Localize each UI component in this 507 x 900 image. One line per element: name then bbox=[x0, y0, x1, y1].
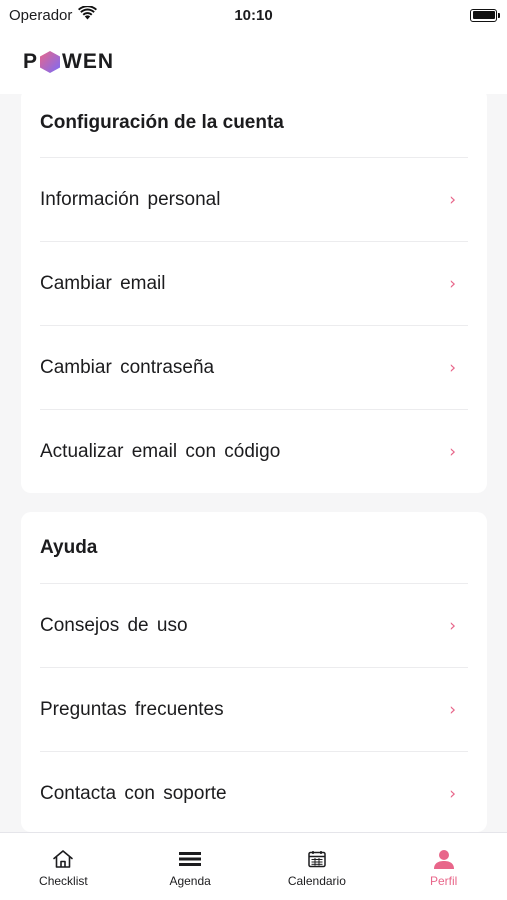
tab-checklist[interactable]: Checklist bbox=[0, 833, 127, 900]
wifi-icon bbox=[78, 5, 98, 24]
menu-item-label: Cambiar email bbox=[40, 272, 166, 294]
tab-agenda[interactable]: Agenda bbox=[127, 833, 254, 900]
chevron-right-icon: › bbox=[449, 273, 456, 294]
help-section-title: Ayuda bbox=[40, 512, 468, 584]
chevron-right-icon: › bbox=[449, 699, 456, 720]
tab-label: Calendario bbox=[287, 874, 346, 888]
bottom-tab-bar: Checklist Agenda Calendario Perfil bbox=[0, 832, 507, 900]
app-header: P WEN bbox=[0, 30, 507, 94]
tab-perfil[interactable]: Perfil bbox=[380, 833, 507, 900]
tab-label: Checklist bbox=[39, 874, 88, 888]
menu-item-update-email-code[interactable]: Actualizar email con código › bbox=[40, 410, 468, 494]
menu-item-contact-support[interactable]: Contacta con soporte › bbox=[40, 752, 468, 832]
menu-item-change-email[interactable]: Cambiar email › bbox=[40, 242, 468, 326]
battery-icon bbox=[470, 8, 500, 22]
help-card: Ayuda Consejos de uso › Preguntas frecue… bbox=[21, 512, 487, 832]
person-icon bbox=[433, 850, 454, 869]
chevron-right-icon: › bbox=[449, 357, 456, 378]
logo-text-right: WEN bbox=[62, 50, 115, 73]
tab-label: Perfil bbox=[429, 874, 458, 888]
tab-calendario[interactable]: Calendario bbox=[254, 833, 381, 900]
menu-item-label: Consejos de uso bbox=[40, 614, 188, 636]
agenda-icon bbox=[179, 852, 202, 866]
status-bar: Operador 10:10 bbox=[0, 0, 507, 30]
chevron-right-icon: › bbox=[449, 784, 456, 804]
chevron-right-icon: › bbox=[449, 442, 456, 462]
menu-item-change-password[interactable]: Cambiar contraseña › bbox=[40, 326, 468, 410]
chevron-right-icon: › bbox=[449, 615, 456, 636]
logo-text-left: P bbox=[23, 50, 39, 73]
menu-item-label: Actualizar email con código bbox=[40, 441, 281, 462]
menu-item-usage-tips[interactable]: Consejos de uso › bbox=[40, 584, 468, 668]
app-logo: P WEN bbox=[23, 50, 114, 74]
menu-item-label: Información personal bbox=[40, 188, 221, 210]
account-section-title: Configuración de la cuenta bbox=[40, 94, 468, 158]
settings-content[interactable]: Configuración de la cuenta Información p… bbox=[0, 94, 507, 832]
account-settings-card: Configuración de la cuenta Información p… bbox=[21, 94, 487, 493]
chevron-right-icon: › bbox=[449, 189, 456, 210]
menu-item-label: Preguntas frecuentes bbox=[40, 698, 224, 720]
home-icon bbox=[53, 850, 74, 868]
logo-hexagon-icon bbox=[40, 51, 61, 73]
tab-label: Agenda bbox=[169, 874, 211, 888]
status-left: Operador bbox=[9, 5, 98, 24]
menu-item-label: Contacta con soporte bbox=[40, 783, 227, 804]
menu-item-personal-info[interactable]: Información personal › bbox=[40, 158, 468, 242]
menu-item-label: Cambiar contraseña bbox=[40, 356, 215, 378]
menu-item-faq[interactable]: Preguntas frecuentes › bbox=[40, 668, 468, 752]
calendar-icon bbox=[308, 851, 326, 868]
carrier-name: Operador bbox=[9, 6, 73, 24]
